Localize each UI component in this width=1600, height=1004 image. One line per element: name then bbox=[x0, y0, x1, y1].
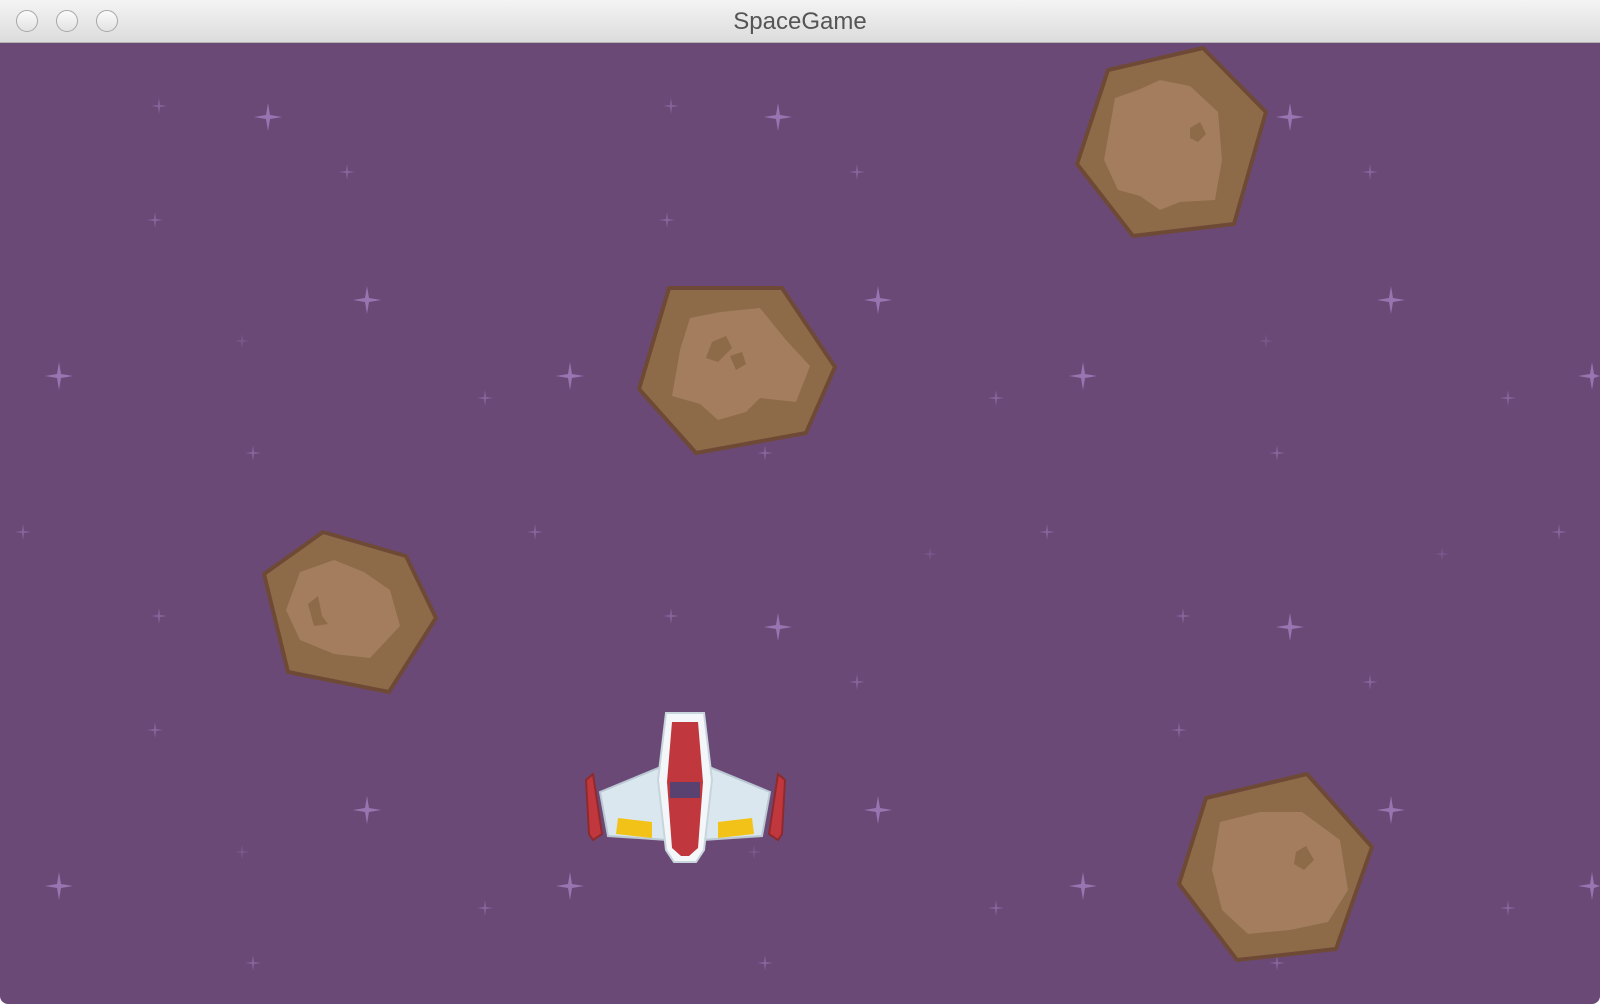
game-window: SpaceGame bbox=[0, 0, 1600, 1004]
title-bar[interactable]: SpaceGame bbox=[0, 0, 1600, 43]
space-scene[interactable] bbox=[0, 43, 1600, 1004]
game-canvas[interactable] bbox=[0, 43, 1600, 1004]
window-title: SpaceGame bbox=[733, 8, 867, 35]
cockpit-window bbox=[670, 782, 700, 798]
